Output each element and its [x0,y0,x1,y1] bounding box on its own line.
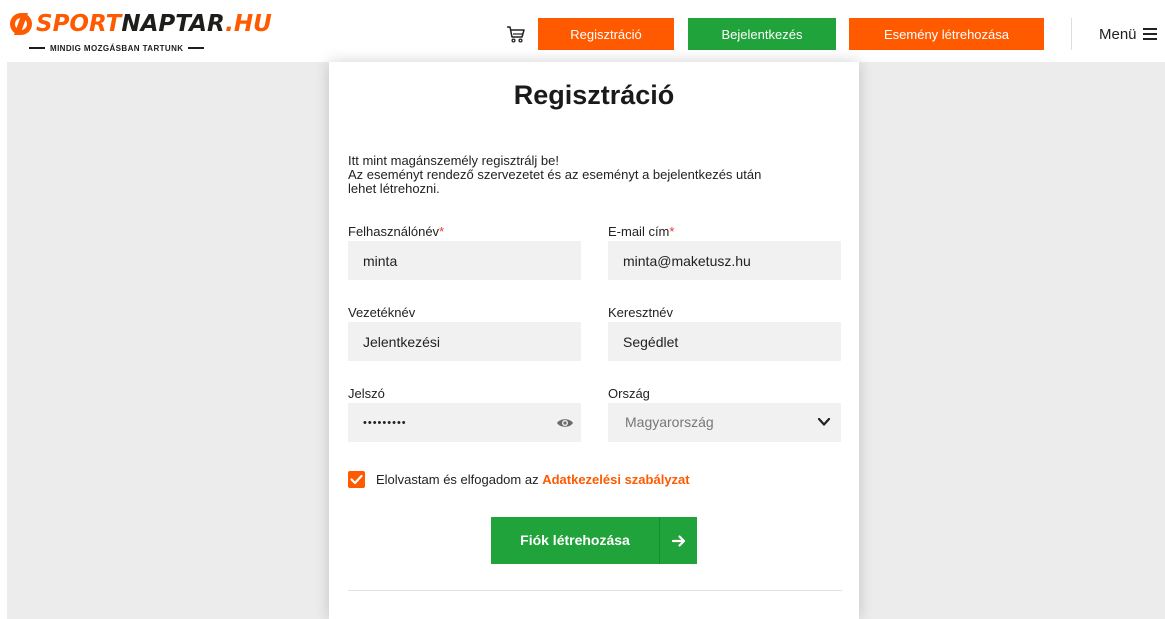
logo-hu: .HU [225,11,272,37]
button-divider [659,517,660,564]
firstname-label: Keresztnév [608,305,674,320]
email-input[interactable] [608,241,841,280]
login-button[interactable]: Bejelentkezés [688,18,836,50]
password-label: Jelszó [348,386,385,401]
checkmark-icon [350,474,363,485]
consent-label: Elolvastam és elfogadom az Adatkezelési … [376,472,690,487]
create-account-label: Fiók létrehozása [520,532,630,548]
lastname-label: Vezetéknév [348,305,416,320]
logo-mark-icon [10,13,32,35]
page-title: Regisztráció [513,80,675,110]
show-password-eye-icon[interactable] [556,416,574,430]
country-select[interactable]: Magyarország [608,403,841,442]
intro-text: Itt mint magánszemély regisztrálj be! Az… [348,153,762,196]
site-logo[interactable]: SPORTNAPTAR.HU MINDIG MOZGÁSBAN TARTUNK [8,10,272,56]
privacy-policy-link[interactable]: Adatkezelési szabályzat [542,472,689,487]
menu-button[interactable]: Menü [1099,24,1157,44]
logo-naptar: NAPTAR [121,11,226,37]
chevron-down-icon [817,417,831,426]
arrow-right-icon [671,535,686,547]
menu-label: Menü [1099,25,1137,43]
create-event-button[interactable]: Esemény létrehozása [849,18,1044,50]
logo-sport: SPORT [36,11,122,37]
email-label: E-mail cím* [608,224,675,239]
registration-card: Regisztráció Itt mint magánszemély regis… [329,62,859,619]
create-account-button[interactable]: Fiók létrehozása [491,517,697,564]
hamburger-icon [1142,28,1157,40]
country-select-value: Magyarország [625,414,714,430]
register-button[interactable]: Regisztráció [538,18,674,50]
header-divider [1071,18,1072,50]
consent-checkbox[interactable] [348,471,365,488]
username-label: Felhasználónév* [348,224,445,239]
lastname-input[interactable] [348,322,581,361]
password-input[interactable] [348,403,581,442]
site-header: SPORTNAPTAR.HU MINDIG MOZGÁSBAN TARTUNK … [0,0,1165,62]
firstname-input[interactable] [608,322,841,361]
cart-icon[interactable] [506,24,526,44]
logo-tagline: MINDIG MOZGÁSBAN TARTUNK [24,42,244,54]
divider-line [348,590,842,591]
country-label: Ország [608,386,650,401]
username-input[interactable] [348,241,581,280]
logo-wordmark: SPORTNAPTAR.HU [8,10,272,38]
